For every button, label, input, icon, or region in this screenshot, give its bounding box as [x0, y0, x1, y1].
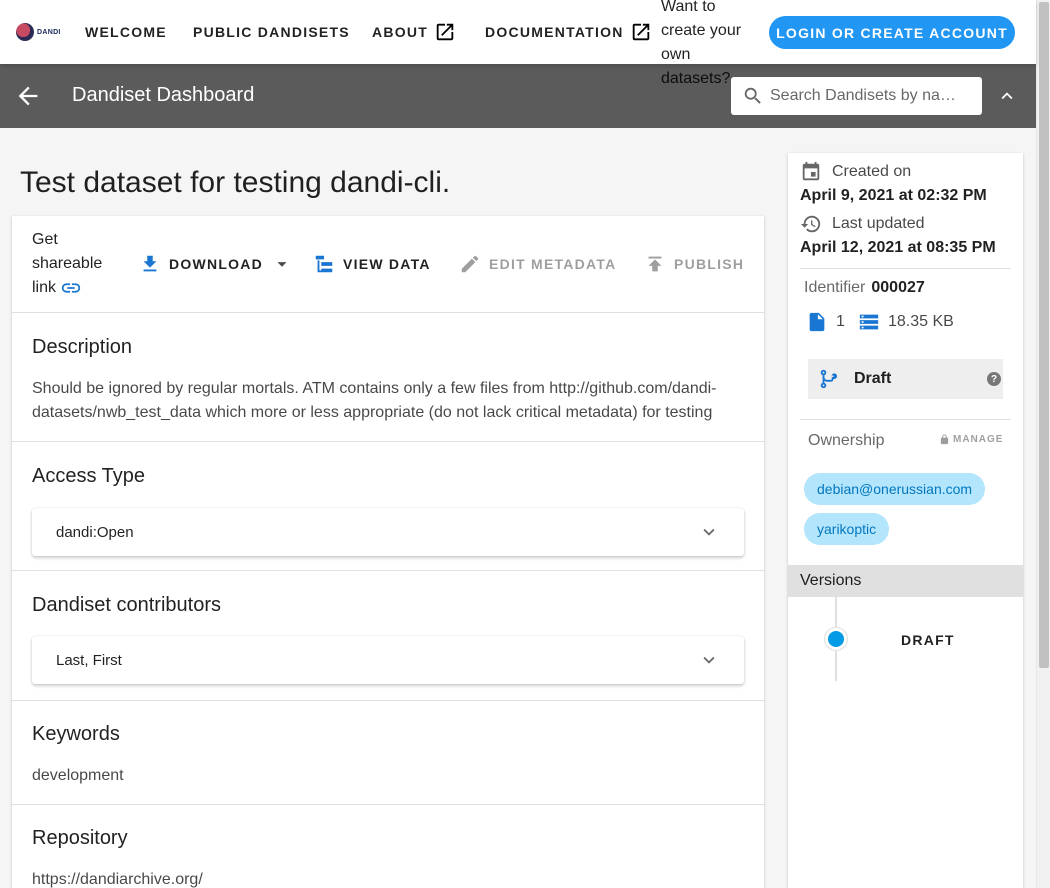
- access-type-heading: Access Type: [32, 465, 146, 487]
- repository-link[interactable]: https://dandiarchive.org/: [32, 868, 203, 888]
- owner-chip[interactable]: yarikoptic: [804, 513, 890, 545]
- collapse-button[interactable]: [996, 85, 1018, 107]
- description-heading: Description: [32, 336, 133, 358]
- access-type-expander[interactable]: dandi:Open: [32, 508, 744, 556]
- search-box: [731, 77, 982, 115]
- updated-value: April 12, 2021 at 08:35 PM: [800, 239, 996, 256]
- manage-label: MANAGE: [953, 434, 1004, 445]
- description-section: Description Should be ignored by regular…: [12, 313, 764, 442]
- shareable-link-button[interactable]: Get shareable link: [32, 228, 112, 300]
- branch-icon: [820, 369, 838, 389]
- publish-button[interactable]: PUBLISH: [644, 253, 744, 275]
- contributors-heading: Dandiset contributors: [32, 594, 221, 616]
- chevron-down-icon: [703, 528, 715, 536]
- repository-section: Repository https://dandiarchive.org/: [12, 805, 764, 888]
- dandiset-info-card: Created on April 9, 2021 at 02:32 PM Las…: [788, 153, 1023, 888]
- chevron-down-icon: [703, 656, 715, 664]
- owner-chip[interactable]: debian@onerussian.com: [804, 473, 986, 505]
- dandi-logo[interactable]: DANDI: [16, 22, 62, 42]
- search-input[interactable]: [770, 87, 970, 105]
- nav-documentation[interactable]: DOCUMENTATION: [485, 21, 652, 43]
- dashboard-title: Dandiset Dashboard: [72, 84, 255, 106]
- logo-text: DANDI: [37, 28, 61, 36]
- contributor-value: Last, First: [56, 651, 122, 669]
- file-icon: [809, 312, 825, 332]
- page-scrollbar[interactable]: [1036, 0, 1050, 888]
- dandiset-title: Test dataset for testing dandi-cli.: [20, 166, 451, 199]
- file-count-value: 1: [836, 313, 845, 330]
- divider: [800, 419, 1011, 420]
- dandiset-main-card: Get shareable link DOWNLOAD VIEW DATA ED…: [12, 216, 764, 888]
- file-count: 1: [806, 311, 845, 333]
- identifier-row: Identifier 000027: [804, 279, 925, 297]
- keyword-value: development: [32, 767, 124, 784]
- nav-about[interactable]: ABOUT: [372, 21, 456, 43]
- caret-down-icon: [277, 262, 287, 267]
- access-type-value: dandi:Open: [56, 523, 134, 541]
- dashboard-toolbar: Dandiset Dashboard: [0, 64, 1036, 128]
- updated-label: Last updated: [832, 215, 925, 232]
- identifier-label: Identifier: [804, 279, 866, 296]
- updated-row: Last updated: [800, 213, 925, 235]
- access-type-section: Access Type dandi:Open: [12, 442, 764, 571]
- version-status-label: Draft: [854, 370, 892, 387]
- dataset-size: 18.35 KB: [858, 311, 954, 333]
- edit-metadata-label: EDIT METADATA: [489, 256, 617, 272]
- created-value: April 9, 2021 at 02:32 PM: [800, 187, 987, 204]
- versions-header: Versions: [788, 565, 1023, 597]
- description-text: Should be ignored by regular mortals. AT…: [32, 380, 717, 421]
- chevron-up-icon: [1001, 92, 1013, 100]
- scrollbar-thumb[interactable]: [1039, 2, 1049, 668]
- create-datasets-prompt: Want to create your own datasets?: [661, 0, 742, 87]
- keywords-section: Keywords development: [12, 701, 764, 805]
- link-icon: [62, 283, 81, 293]
- open-in-new-icon: [632, 23, 649, 41]
- arrow-left-icon: [18, 86, 38, 106]
- contributors-section: Dandiset contributors Last, First: [12, 571, 764, 701]
- nav-welcome[interactable]: WELCOME: [85, 24, 167, 40]
- divider: [800, 268, 1011, 269]
- top-app-bar: DANDI WELCOME PUBLIC DANDISETS ABOUT DOC…: [0, 0, 1036, 87]
- manage-owners-button[interactable]: MANAGE: [939, 434, 1003, 445]
- upload-icon: [648, 256, 662, 272]
- database-icon: [859, 314, 879, 330]
- logo-icon: [16, 23, 34, 41]
- login-button[interactable]: LOGIN OR CREATE ACCOUNT: [769, 16, 1015, 49]
- created-row: Created on: [800, 161, 911, 183]
- repository-heading: Repository: [32, 827, 128, 849]
- publish-label: PUBLISH: [674, 256, 745, 272]
- view-data-label: VIEW DATA: [343, 256, 431, 272]
- help-icon[interactable]: ?: [987, 372, 1001, 386]
- created-label: Created on: [832, 163, 912, 180]
- keywords-heading: Keywords: [32, 723, 120, 745]
- version-status[interactable]: Draft ?: [808, 359, 1003, 399]
- file-tree-icon: [315, 255, 333, 273]
- ownership-label: Ownership: [808, 432, 885, 449]
- action-toolbar: Get shareable link DOWNLOAD VIEW DATA ED…: [12, 216, 764, 313]
- version-draft-button[interactable]: DRAFT: [901, 632, 955, 648]
- download-icon: [143, 255, 157, 272]
- history-icon: [800, 215, 821, 233]
- nav-public-dandisets-label: PUBLIC DANDISETS: [193, 24, 350, 40]
- nav-public-dandisets[interactable]: PUBLIC DANDISETS: [193, 24, 350, 40]
- nav-documentation-label: DOCUMENTATION: [485, 24, 624, 40]
- nav-welcome-label: WELCOME: [85, 24, 167, 40]
- view-data-button[interactable]: VIEW DATA: [313, 253, 431, 275]
- nav-about-label: ABOUT: [372, 24, 429, 40]
- edit-metadata-button[interactable]: EDIT METADATA: [459, 253, 616, 275]
- download-button[interactable]: DOWNLOAD: [139, 253, 293, 275]
- contributors-expander[interactable]: Last, First: [32, 636, 744, 684]
- pencil-icon: [461, 255, 479, 273]
- calendar-icon: [802, 161, 820, 181]
- back-button[interactable]: [14, 82, 42, 110]
- version-dot: [825, 628, 847, 650]
- dataset-size-value: 18.35 KB: [888, 313, 954, 330]
- lock-icon: [940, 434, 949, 445]
- download-label: DOWNLOAD: [169, 256, 263, 272]
- open-in-new-icon: [436, 23, 454, 41]
- identifier-value: 000027: [871, 279, 925, 296]
